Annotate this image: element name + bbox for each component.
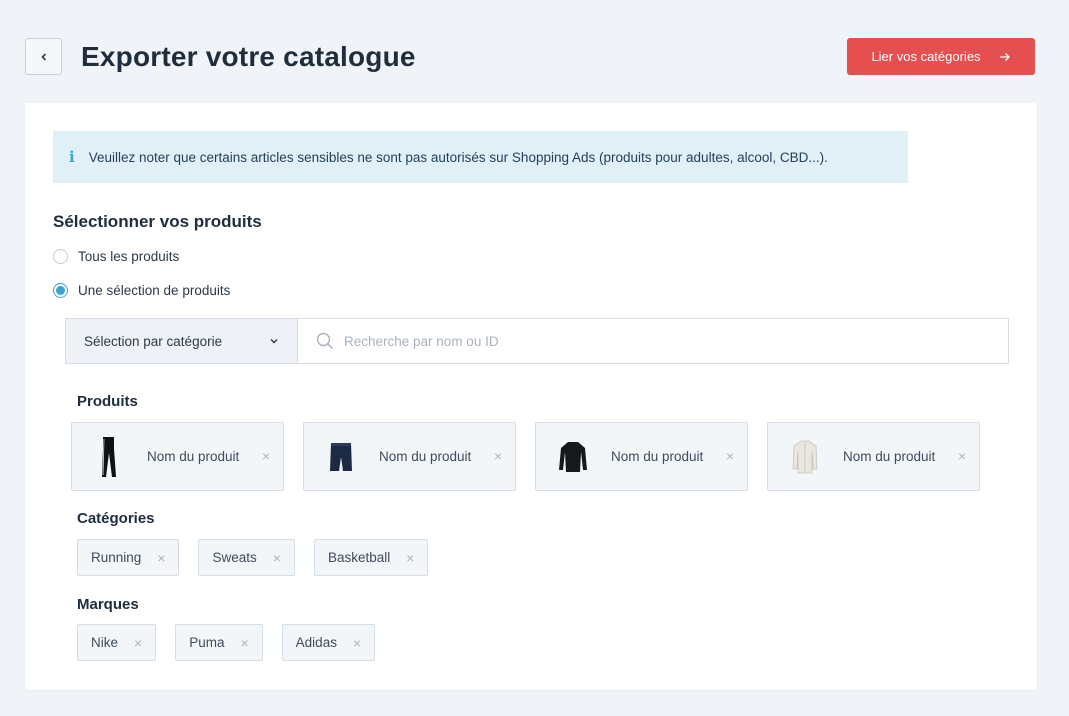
- product-image-shorts: [326, 432, 356, 482]
- remove-icon[interactable]: ×: [726, 448, 734, 464]
- tag-label: Adidas: [295, 635, 337, 650]
- tag-label: Sweats: [212, 550, 257, 565]
- radio-label: Tous les produits: [78, 249, 180, 264]
- brand-tag: Nike ×: [77, 624, 157, 661]
- product-image-jacket: [790, 432, 820, 482]
- chevron-left-icon: [40, 52, 46, 61]
- remove-icon[interactable]: ×: [157, 550, 165, 566]
- remove-icon[interactable]: ×: [262, 448, 270, 464]
- product-name: Nom du produit: [379, 449, 472, 464]
- radio-button[interactable]: [53, 249, 68, 264]
- brand-tag: Adidas ×: [281, 624, 376, 661]
- info-banner: i Veuillez noter que certains articles s…: [53, 131, 908, 183]
- page-title: Exporter votre catalogue: [81, 41, 416, 72]
- product-card: Nom du produit ×: [303, 422, 516, 491]
- tag-label: Puma: [189, 635, 225, 650]
- category-tag: Sweats ×: [198, 539, 295, 576]
- product-card: Nom du produit ×: [767, 422, 980, 491]
- category-tag: Basketball ×: [313, 539, 429, 576]
- radio-button-checked[interactable]: [53, 283, 68, 298]
- brands-title: Marques: [77, 596, 139, 613]
- tag-label: Running: [91, 550, 142, 565]
- product-card: Nom du produit ×: [71, 422, 284, 491]
- remove-icon[interactable]: ×: [406, 550, 414, 566]
- brand-tag: Puma ×: [175, 624, 263, 661]
- products-title: Produits: [77, 393, 138, 410]
- tag-label: Basketball: [327, 550, 391, 565]
- link-categories-label: Lier vos catégories: [871, 49, 981, 64]
- section-title: Sélectionner vos produits: [53, 212, 262, 231]
- category-select-value: Sélection par catégorie: [84, 333, 223, 349]
- radio-label: Une sélection de produits: [78, 283, 231, 298]
- radio-all-products[interactable]: Tous les produits: [53, 249, 179, 264]
- remove-icon[interactable]: ×: [353, 635, 361, 651]
- product-list: Nom du produit × Nom du produit × Nom du…: [71, 422, 980, 491]
- product-name: Nom du produit: [611, 449, 704, 464]
- category-select[interactable]: Sélection par catégorie: [65, 318, 297, 364]
- tag-label: Nike: [91, 635, 119, 650]
- remove-icon[interactable]: ×: [273, 550, 281, 566]
- arrow-right-icon: [999, 52, 1010, 61]
- category-tag: Running ×: [77, 539, 180, 576]
- chevron-down-icon: [270, 339, 278, 344]
- search-input[interactable]: [344, 333, 944, 349]
- category-tags: Running × Sweats × Basketball ×: [77, 539, 429, 576]
- back-button[interactable]: [25, 38, 62, 75]
- search-box: [297, 318, 1009, 364]
- product-image-leggings: [94, 432, 124, 482]
- radio-selection-products[interactable]: Une sélection de produits: [53, 283, 230, 298]
- product-name: Nom du produit: [147, 449, 240, 464]
- info-text: Veuillez noter que certains articles sen…: [88, 149, 828, 165]
- product-name: Nom du produit: [843, 449, 936, 464]
- remove-icon[interactable]: ×: [240, 635, 248, 651]
- info-icon: i: [69, 148, 75, 166]
- search-icon: [316, 332, 333, 349]
- remove-icon[interactable]: ×: [958, 448, 966, 464]
- main-card: i Veuillez noter que certains articles s…: [25, 103, 1037, 690]
- filter-bar: Sélection par catégorie: [65, 318, 1009, 364]
- page-header: Exporter votre catalogue Lier vos catégo…: [25, 38, 1035, 75]
- remove-icon[interactable]: ×: [494, 448, 502, 464]
- product-image-long-sleeve-top: [558, 432, 588, 482]
- link-categories-button[interactable]: Lier vos catégories: [847, 38, 1035, 75]
- brand-tags: Nike × Puma × Adidas ×: [77, 624, 376, 661]
- remove-icon[interactable]: ×: [134, 635, 142, 651]
- categories-title: Catégories: [77, 510, 155, 527]
- product-card: Nom du produit ×: [535, 422, 748, 491]
